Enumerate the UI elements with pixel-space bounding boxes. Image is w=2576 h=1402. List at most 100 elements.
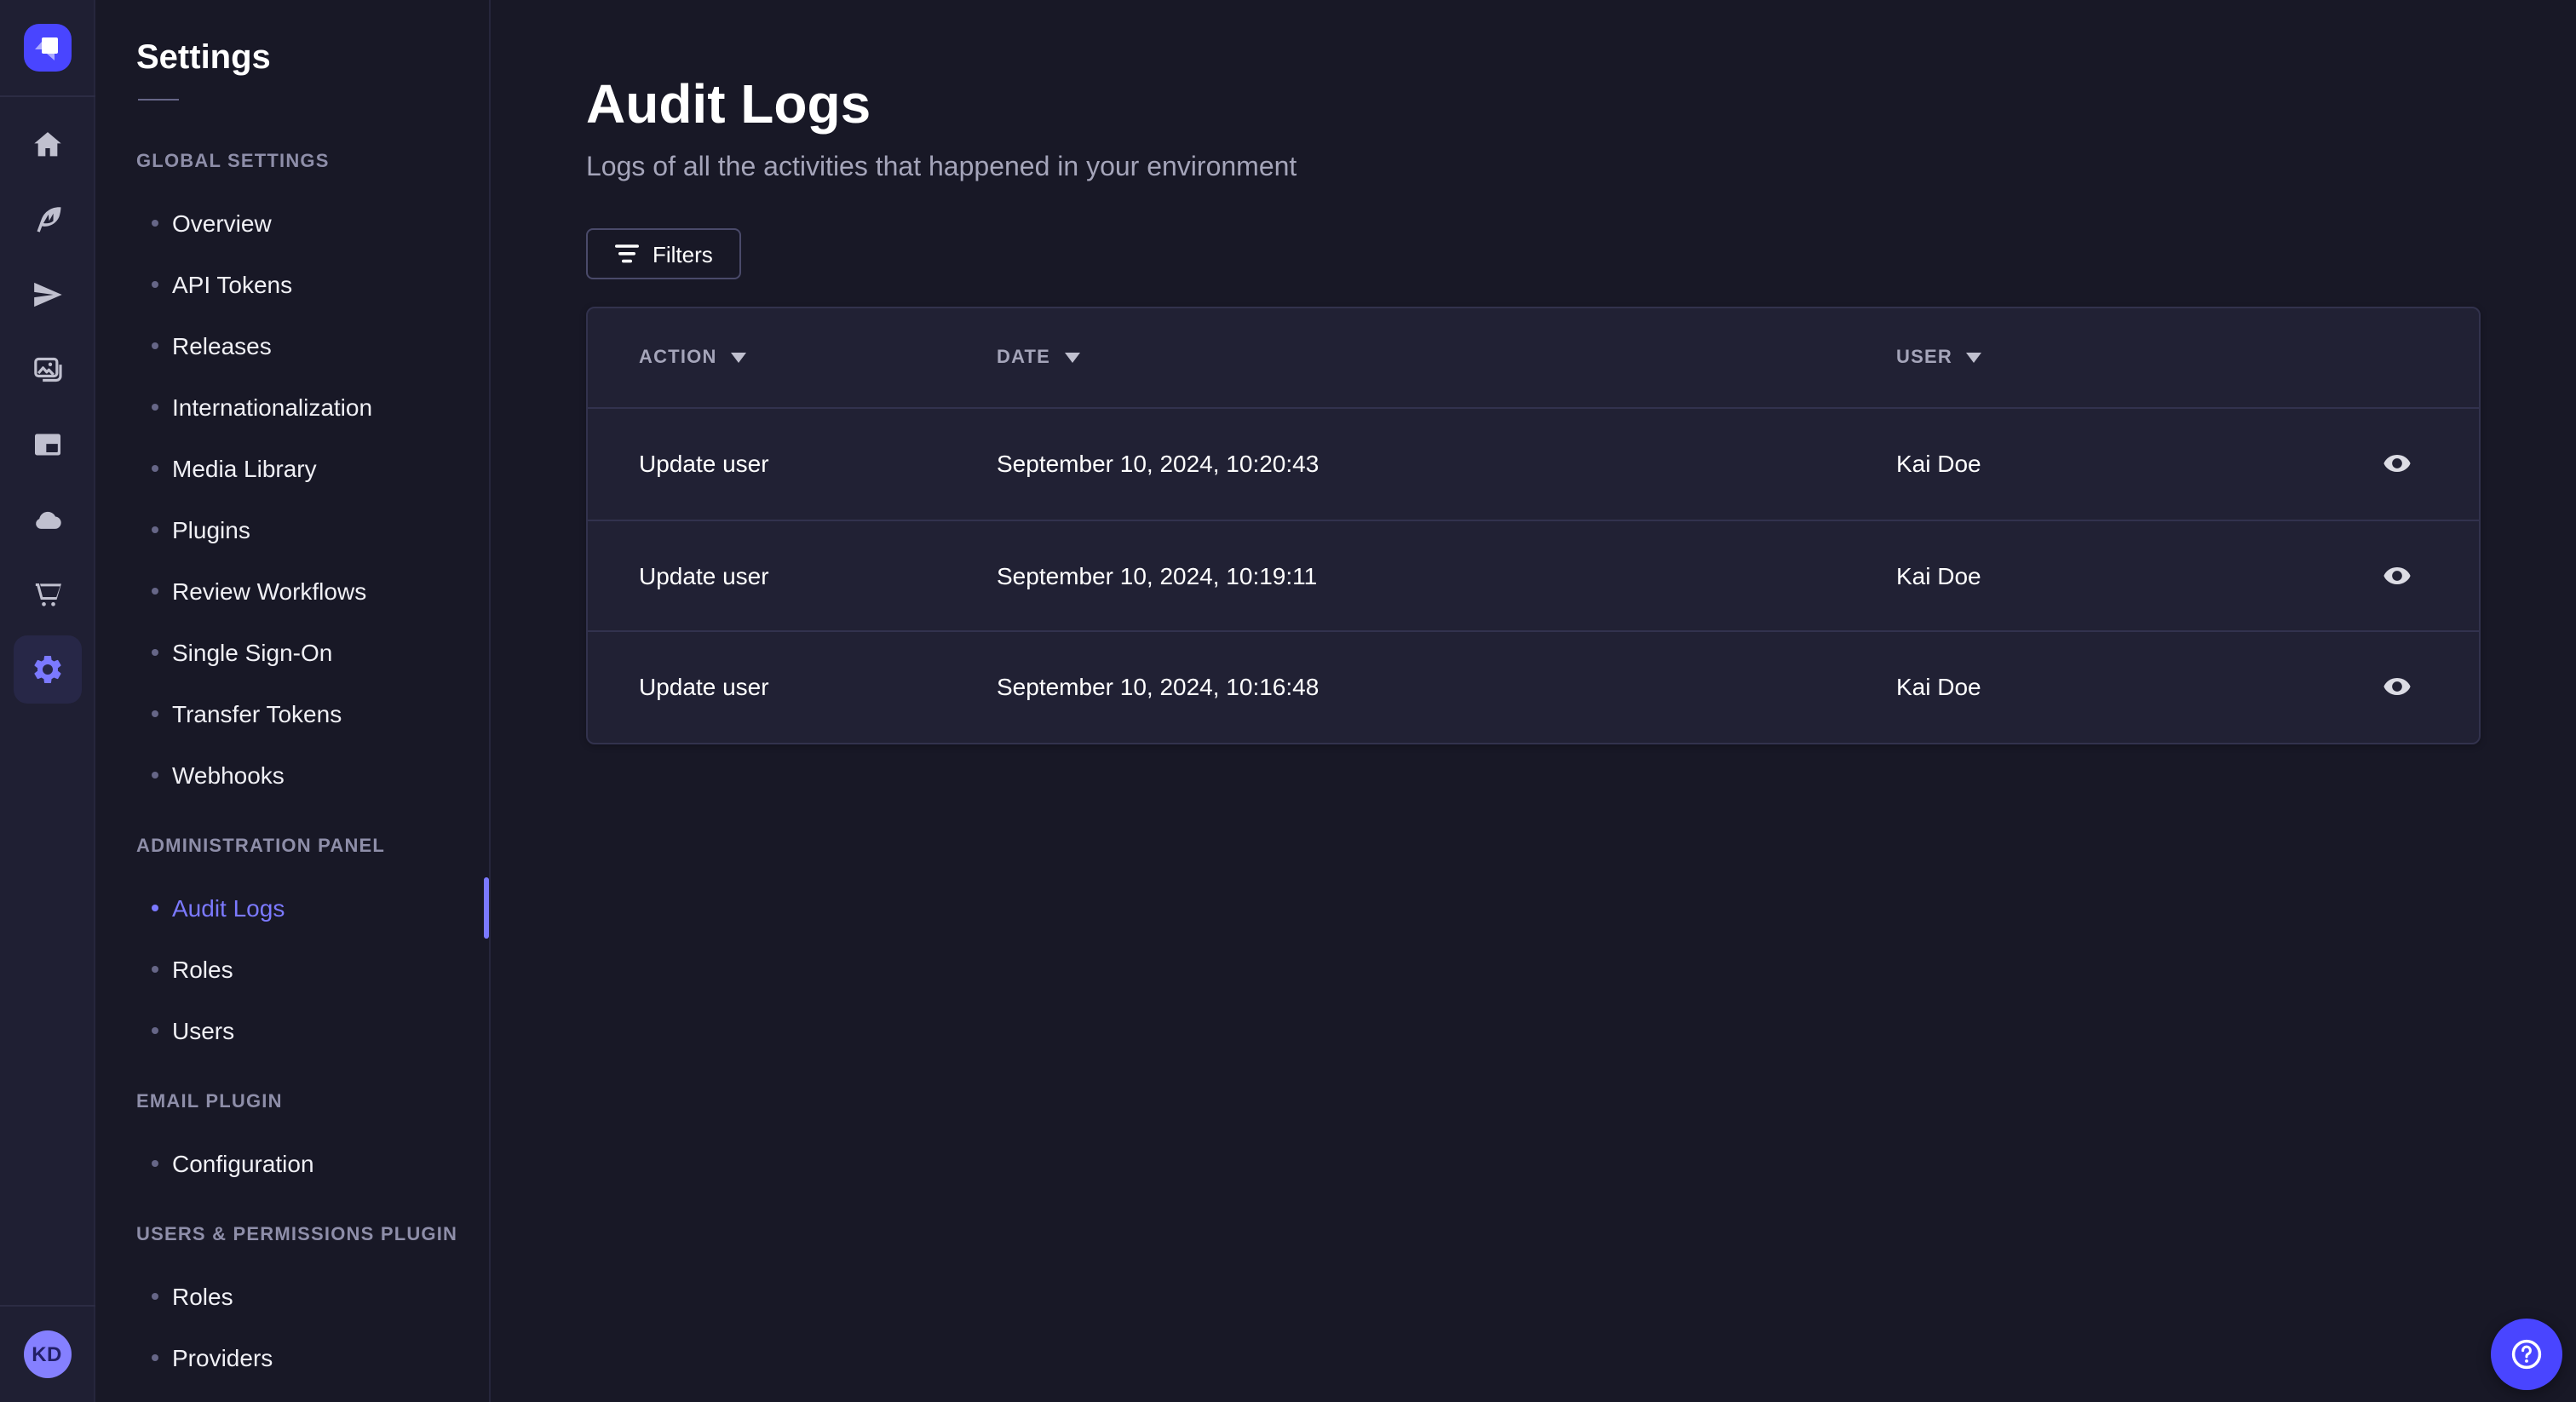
- column-header: ACTION: [639, 348, 997, 368]
- sidebar-item-label: Single Sign-On: [172, 639, 333, 666]
- strapi-logo[interactable]: [0, 0, 95, 97]
- table-body: Update user September 10, 2024, 10:20:43…: [588, 407, 2479, 742]
- sidebar-item-label: Audit Logs: [172, 894, 285, 922]
- view-details-button[interactable]: [2370, 660, 2424, 715]
- eye-icon: [2383, 678, 2411, 696]
- bullet-dot-icon: [152, 1354, 158, 1361]
- gear-icon[interactable]: [13, 635, 81, 704]
- sidebar-item[interactable]: Configuration: [95, 1133, 489, 1194]
- sidebar-item-label: API Tokens: [172, 271, 293, 298]
- audit-logs-table: ACTION DATE USER Update user September 1…: [586, 307, 2481, 744]
- rail-icon-list: [13, 97, 81, 704]
- cell-action: Update user: [639, 450, 769, 478]
- sort-desc-icon: [1965, 353, 1981, 363]
- sidebar-item-label: Media Library: [172, 455, 317, 482]
- view-details-button[interactable]: [2370, 549, 2424, 603]
- bullet-dot-icon: [152, 1027, 158, 1034]
- sidebar-title: Settings: [136, 39, 271, 77]
- bullet-dot-icon: [152, 966, 158, 973]
- bullet-dot-icon: [152, 1160, 158, 1167]
- bullet-dot-icon: [152, 526, 158, 533]
- sidebar-item[interactable]: Webhooks: [95, 744, 489, 806]
- sidebar-item-label: Plugins: [172, 516, 250, 543]
- user-avatar[interactable]: KD: [23, 1330, 71, 1378]
- sidebar-item[interactable]: Overview: [95, 192, 489, 254]
- bullet-dot-icon: [152, 710, 158, 717]
- sort-desc-icon: [1064, 353, 1080, 363]
- cloud-icon[interactable]: [13, 486, 81, 554]
- sidebar-item[interactable]: Plugins: [95, 499, 489, 560]
- main-nav-rail: KD: [0, 0, 95, 1402]
- sidebar-item-label: Webhooks: [172, 761, 285, 789]
- sidebar-section: USERS & PERMISSIONS PLUGIN Roles Provide…: [95, 1204, 489, 1388]
- table-row[interactable]: Update user September 10, 2024, 10:16:48…: [588, 630, 2479, 742]
- bullet-dot-icon: [152, 905, 158, 911]
- sidebar-item-label: Users: [172, 1017, 235, 1044]
- table-row[interactable]: Update user September 10, 2024, 10:19:11…: [588, 519, 2479, 630]
- feather-icon[interactable]: [13, 186, 81, 254]
- bullet-dot-icon: [152, 220, 158, 227]
- bullet-dot-icon: [152, 404, 158, 411]
- bullet-dot-icon: [152, 342, 158, 349]
- sidebar-item-label: Transfer Tokens: [172, 700, 342, 727]
- paper-plane-icon[interactable]: [13, 261, 81, 329]
- sidebar-section-label: EMAIL PLUGIN: [136, 1092, 283, 1112]
- view-details-button[interactable]: [2370, 437, 2424, 491]
- sidebar-section: ADMINISTRATION PANEL Audit Logs Roles Us…: [95, 816, 489, 1061]
- sidebar-section-label: ADMINISTRATION PANEL: [136, 836, 386, 857]
- strapi-logo-icon: [23, 24, 71, 72]
- sidebar-item[interactable]: Review Workflows: [95, 560, 489, 622]
- sidebar-item[interactable]: Audit Logs: [95, 877, 489, 939]
- sidebar-item-label: Roles: [172, 956, 233, 983]
- cell-date: September 10, 2024, 10:16:48: [997, 673, 1320, 701]
- cell-action: Update user: [639, 673, 769, 701]
- title-divider: [138, 99, 179, 101]
- sidebar-item[interactable]: Users: [95, 1000, 489, 1061]
- sidebar-item[interactable]: Releases: [95, 315, 489, 376]
- bullet-dot-icon: [152, 465, 158, 472]
- bullet-dot-icon: [152, 281, 158, 288]
- sidebar-item-label: Providers: [172, 1344, 273, 1371]
- sidebar-section: EMAIL PLUGIN Configuration: [95, 1072, 489, 1194]
- sidebar-item[interactable]: Roles: [95, 1266, 489, 1327]
- sidebar-item-label: Configuration: [172, 1150, 314, 1177]
- sidebar-item[interactable]: Transfer Tokens: [95, 683, 489, 744]
- bullet-dot-icon: [152, 649, 158, 656]
- sidebar-item[interactable]: Roles: [95, 939, 489, 1000]
- filter-icon: [615, 244, 639, 263]
- sidebar-item[interactable]: Media Library: [95, 438, 489, 499]
- sidebar-item-label: Roles: [172, 1283, 233, 1310]
- cart-icon[interactable]: [13, 560, 81, 629]
- cell-user: Kai Doe: [1896, 561, 1981, 589]
- sidebar-item[interactable]: Providers: [95, 1327, 489, 1388]
- settings-nav: GLOBAL SETTINGS Overview API Tokens Rele…: [95, 131, 489, 1388]
- cell-user: Kai Doe: [1896, 450, 1981, 478]
- sidebar-item-label: Internationalization: [172, 394, 373, 421]
- filters-button[interactable]: Filters: [586, 228, 742, 279]
- home-icon[interactable]: [13, 111, 81, 179]
- table-row[interactable]: Update user September 10, 2024, 10:20:43…: [588, 407, 2479, 519]
- question-mark-icon: [2511, 1339, 2542, 1370]
- bullet-dot-icon: [152, 588, 158, 595]
- sidebar-item[interactable]: Internationalization: [95, 376, 489, 438]
- strapi-admin-app: KD Settings GLOBAL SETTINGS Overview API…: [0, 0, 2576, 1402]
- media-library-icon[interactable]: [13, 336, 81, 404]
- eye-icon: [2383, 566, 2411, 584]
- sidebar-item[interactable]: Single Sign-On: [95, 622, 489, 683]
- rail-footer: KD: [0, 1305, 95, 1402]
- sidebar-section: GLOBAL SETTINGS Overview API Tokens Rele…: [95, 131, 489, 806]
- sidebar-item-label: Overview: [172, 210, 272, 237]
- layout-icon[interactable]: [13, 411, 81, 479]
- column-header[interactable]: DATE: [997, 348, 1896, 368]
- bullet-dot-icon: [152, 772, 158, 779]
- help-button[interactable]: [2491, 1319, 2562, 1390]
- cell-user: Kai Doe: [1896, 673, 1981, 701]
- toolbar: Filters: [586, 228, 2481, 279]
- main-content: Audit Logs Logs of all the activities th…: [491, 0, 2576, 1402]
- sidebar-item-label: Review Workflows: [172, 577, 367, 605]
- sidebar-item[interactable]: API Tokens: [95, 254, 489, 315]
- bullet-dot-icon: [152, 1293, 158, 1300]
- cell-action: Update user: [639, 561, 769, 589]
- sidebar-section-label: GLOBAL SETTINGS: [136, 152, 330, 172]
- sidebar-item-label: Releases: [172, 332, 272, 359]
